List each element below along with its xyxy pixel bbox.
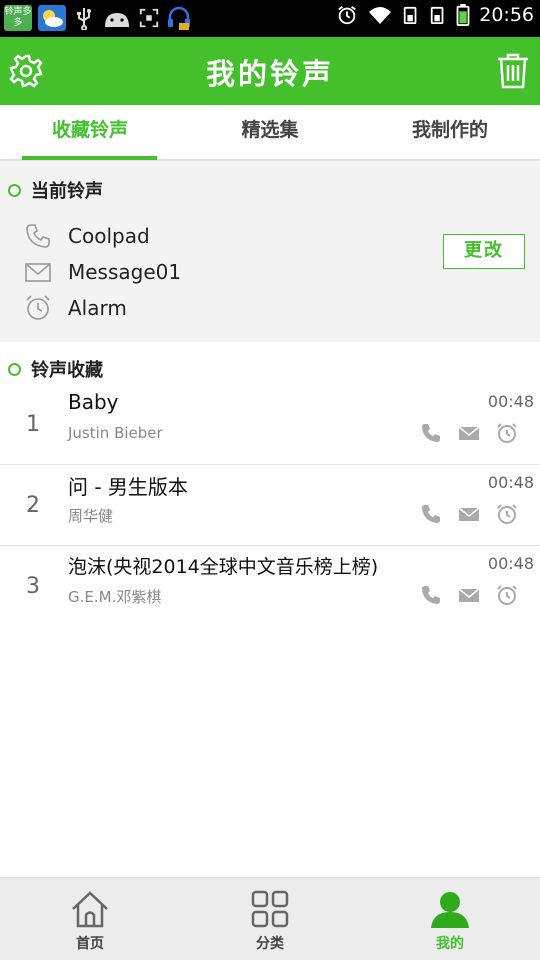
ringtone-list-item[interactable]: 1 Baby Justin Bieber 00:48 — [0, 384, 540, 465]
item-number: 1 — [26, 412, 40, 437]
song-title: 问 - 男生版本 — [68, 475, 188, 499]
alarm-ringtone-name: Alarm — [68, 296, 127, 320]
song-artist: Justin Bieber — [68, 424, 163, 442]
screenshot-icon — [139, 8, 159, 28]
call-ringtone-name: Coolpad — [68, 224, 150, 248]
headset-icon — [168, 6, 190, 30]
phone-icon — [26, 224, 50, 248]
nav-home[interactable]: 首页 — [0, 888, 180, 953]
set-message-ringtone-icon[interactable] — [458, 422, 480, 444]
section-header: 当前铃声 — [8, 177, 103, 203]
weather-icon — [38, 5, 66, 31]
section-bullet-icon — [8, 362, 21, 376]
song-title: 泡沫(央视2014全球中文音乐榜上榜) — [68, 556, 379, 578]
set-message-ringtone-icon[interactable] — [458, 584, 480, 606]
title-bar: 我的铃声 — [0, 37, 540, 105]
section-bullet-icon — [8, 183, 21, 197]
tab-my-creations[interactable]: 我制作的 — [360, 105, 540, 159]
active-tab-indicator — [22, 156, 157, 160]
app-notification-icon: 铃声多多 — [4, 5, 32, 31]
category-grid-icon — [251, 890, 289, 928]
usb-icon — [77, 8, 91, 30]
notification-icons: 铃声多多 — [4, 5, 192, 31]
song-duration: 00:48 — [487, 392, 534, 411]
set-ringtone-actions — [420, 422, 518, 444]
item-number: 2 — [26, 493, 40, 518]
system-status-icons: 20:56 — [336, 4, 534, 26]
android-icon — [105, 13, 129, 27]
tab-featured-collections[interactable]: 精选集 — [180, 105, 360, 159]
change-button[interactable]: 更改 — [443, 234, 525, 269]
status-bar: 铃声多多 20:56 — [0, 0, 540, 37]
set-alarm-ringtone-icon[interactable] — [496, 584, 518, 606]
nav-label: 分类 — [256, 936, 284, 952]
clock: 20:56 — [479, 4, 534, 26]
set-message-ringtone-icon[interactable] — [458, 503, 480, 525]
song-artist: 周华健 — [68, 507, 114, 525]
nav-label: 我的 — [436, 936, 464, 952]
battery-icon — [456, 4, 470, 26]
set-call-ringtone-icon[interactable] — [420, 584, 442, 606]
ringtone-list-item[interactable]: 2 问 - 男生版本 周华健 00:48 — [0, 465, 540, 546]
section-title: 当前铃声 — [31, 181, 103, 202]
ringtone-list-item[interactable]: 3 泡沫(央视2014全球中文音乐榜上榜) G.E.M.邓紫棋 00:48 — [0, 546, 540, 627]
current-call-ringtone[interactable]: Coolpad — [24, 222, 150, 250]
set-call-ringtone-icon[interactable] — [420, 503, 442, 525]
home-icon — [72, 891, 108, 928]
alarm-icon — [26, 295, 50, 320]
set-ringtone-actions — [420, 584, 518, 606]
set-ringtone-actions — [420, 503, 518, 525]
set-call-ringtone-icon[interactable] — [420, 422, 442, 444]
signal-sim2-icon — [431, 6, 444, 24]
song-title: Baby — [68, 390, 119, 414]
message-ringtone-name: Message01 — [68, 260, 182, 284]
alarm-icon — [338, 6, 357, 25]
section-header: 铃声收藏 — [8, 356, 103, 382]
song-duration: 00:48 — [487, 554, 534, 573]
section-title: 铃声收藏 — [31, 360, 103, 381]
current-ringtones-section: 当前铃声 Coolpad Message01 Alarm 更改 — [0, 161, 540, 342]
song-artist: G.E.M.邓紫棋 — [68, 588, 162, 606]
user-icon — [431, 892, 469, 928]
bottom-navigation: 首页 分类 我的 — [0, 877, 540, 960]
tab-favorite-ringtones[interactable]: 收藏铃声 — [0, 105, 180, 159]
message-icon — [25, 263, 51, 282]
set-alarm-ringtone-icon[interactable] — [496, 503, 518, 525]
current-alarm-ringtone[interactable]: Alarm — [24, 294, 127, 322]
item-number: 3 — [26, 574, 40, 599]
tab-bar: 收藏铃声 精选集 我制作的 — [0, 105, 540, 161]
trash-icon[interactable] — [496, 52, 530, 90]
set-alarm-ringtone-icon[interactable] — [496, 422, 518, 444]
current-message-ringtone[interactable]: Message01 — [24, 258, 181, 286]
wifi-icon — [369, 7, 392, 24]
nav-label: 首页 — [76, 936, 104, 952]
song-duration: 00:48 — [487, 473, 534, 492]
nav-category[interactable]: 分类 — [180, 888, 360, 953]
nav-mine[interactable]: 我的 — [360, 888, 540, 953]
signal-sim1-icon — [404, 6, 417, 24]
page-title: 我的铃声 — [205, 57, 334, 91]
